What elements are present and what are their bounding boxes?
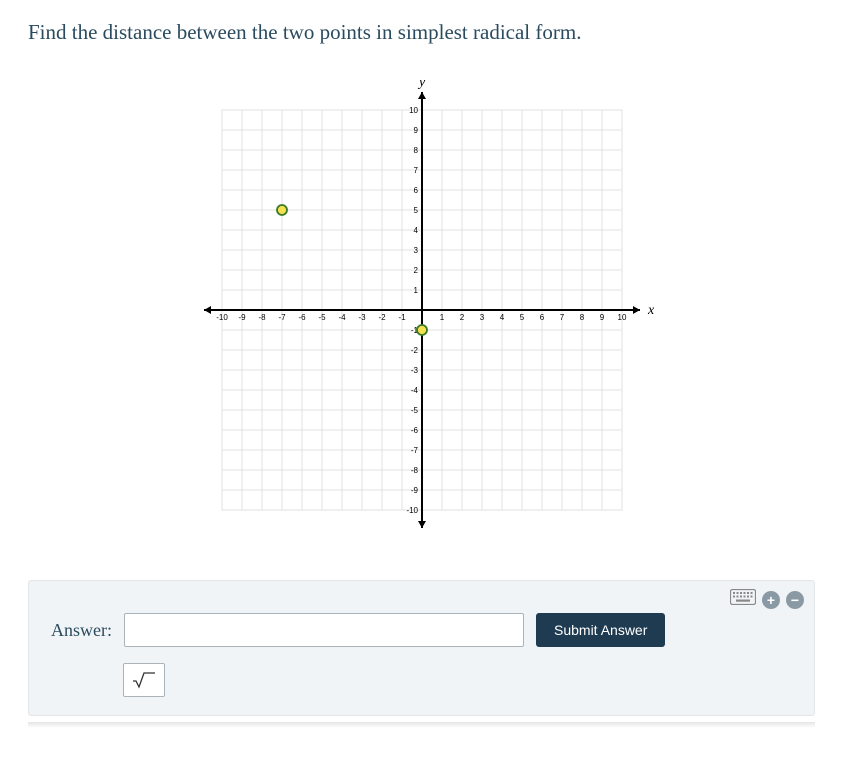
- submit-answer-button[interactable]: Submit Answer: [536, 613, 665, 647]
- keyboard-icon[interactable]: [730, 589, 756, 610]
- svg-text:1: 1: [439, 313, 444, 322]
- svg-text:-10: -10: [216, 313, 228, 322]
- svg-text:-9: -9: [410, 486, 418, 495]
- svg-text:-3: -3: [358, 313, 366, 322]
- chart-container: -10 -9 -8 -7 -6 -5 -4 -3 -2 -1 1 2 3 4 5 6 7 8 9 10 -10 -9 -8 -…: [28, 80, 815, 540]
- svg-text:-8: -8: [258, 313, 266, 322]
- svg-text:-9: -9: [238, 313, 246, 322]
- svg-text:-10: -10: [406, 506, 418, 515]
- svg-text:6: 6: [413, 186, 418, 195]
- bottom-shadow: [28, 722, 815, 728]
- svg-text:8: 8: [579, 313, 584, 322]
- svg-text:8: 8: [413, 146, 418, 155]
- svg-text:-2: -2: [410, 346, 418, 355]
- svg-text:-3: -3: [410, 366, 418, 375]
- svg-text:-4: -4: [338, 313, 346, 322]
- svg-text:-5: -5: [318, 313, 326, 322]
- svg-text:-6: -6: [298, 313, 306, 322]
- font-increase-button[interactable]: +: [762, 591, 780, 609]
- svg-text:3: 3: [413, 246, 418, 255]
- svg-text:y: y: [417, 80, 426, 90]
- answer-label: Answer:: [51, 620, 112, 641]
- svg-text:2: 2: [459, 313, 464, 322]
- coordinate-plane: -10 -9 -8 -7 -6 -5 -4 -3 -2 -1 1 2 3 4 5 6 7 8 9 10 -10 -9 -8 -…: [182, 80, 662, 540]
- svg-text:4: 4: [413, 226, 418, 235]
- answer-panel: + − Answer: Submit Answer: [28, 580, 815, 716]
- svg-text:-6: -6: [410, 426, 418, 435]
- svg-text:3: 3: [479, 313, 484, 322]
- svg-text:10: 10: [409, 106, 418, 115]
- svg-text:-4: -4: [410, 386, 418, 395]
- svg-text:7: 7: [559, 313, 564, 322]
- svg-text:2: 2: [413, 266, 418, 275]
- question-text: Find the distance between the two points…: [28, 20, 815, 45]
- svg-text:-2: -2: [378, 313, 386, 322]
- svg-text:5: 5: [519, 313, 524, 322]
- svg-text:-7: -7: [410, 446, 418, 455]
- svg-text:5: 5: [413, 206, 418, 215]
- font-decrease-button[interactable]: −: [786, 591, 804, 609]
- answer-input[interactable]: [124, 613, 524, 647]
- sqrt-icon: [132, 671, 156, 689]
- svg-text:6: 6: [539, 313, 544, 322]
- svg-text:-5: -5: [410, 406, 418, 415]
- svg-text:-7: -7: [278, 313, 286, 322]
- data-point: [417, 325, 427, 335]
- sqrt-button[interactable]: [123, 663, 165, 697]
- svg-text:4: 4: [499, 313, 504, 322]
- svg-text:-8: -8: [410, 466, 418, 475]
- panel-toolbar: + −: [730, 589, 804, 610]
- svg-text:1: 1: [413, 286, 418, 295]
- svg-text:10: 10: [617, 313, 626, 322]
- data-point: [277, 205, 287, 215]
- svg-text:7: 7: [413, 166, 418, 175]
- svg-text:9: 9: [413, 126, 418, 135]
- svg-text:x: x: [647, 303, 655, 318]
- svg-text:9: 9: [599, 313, 604, 322]
- svg-text:-1: -1: [398, 313, 406, 322]
